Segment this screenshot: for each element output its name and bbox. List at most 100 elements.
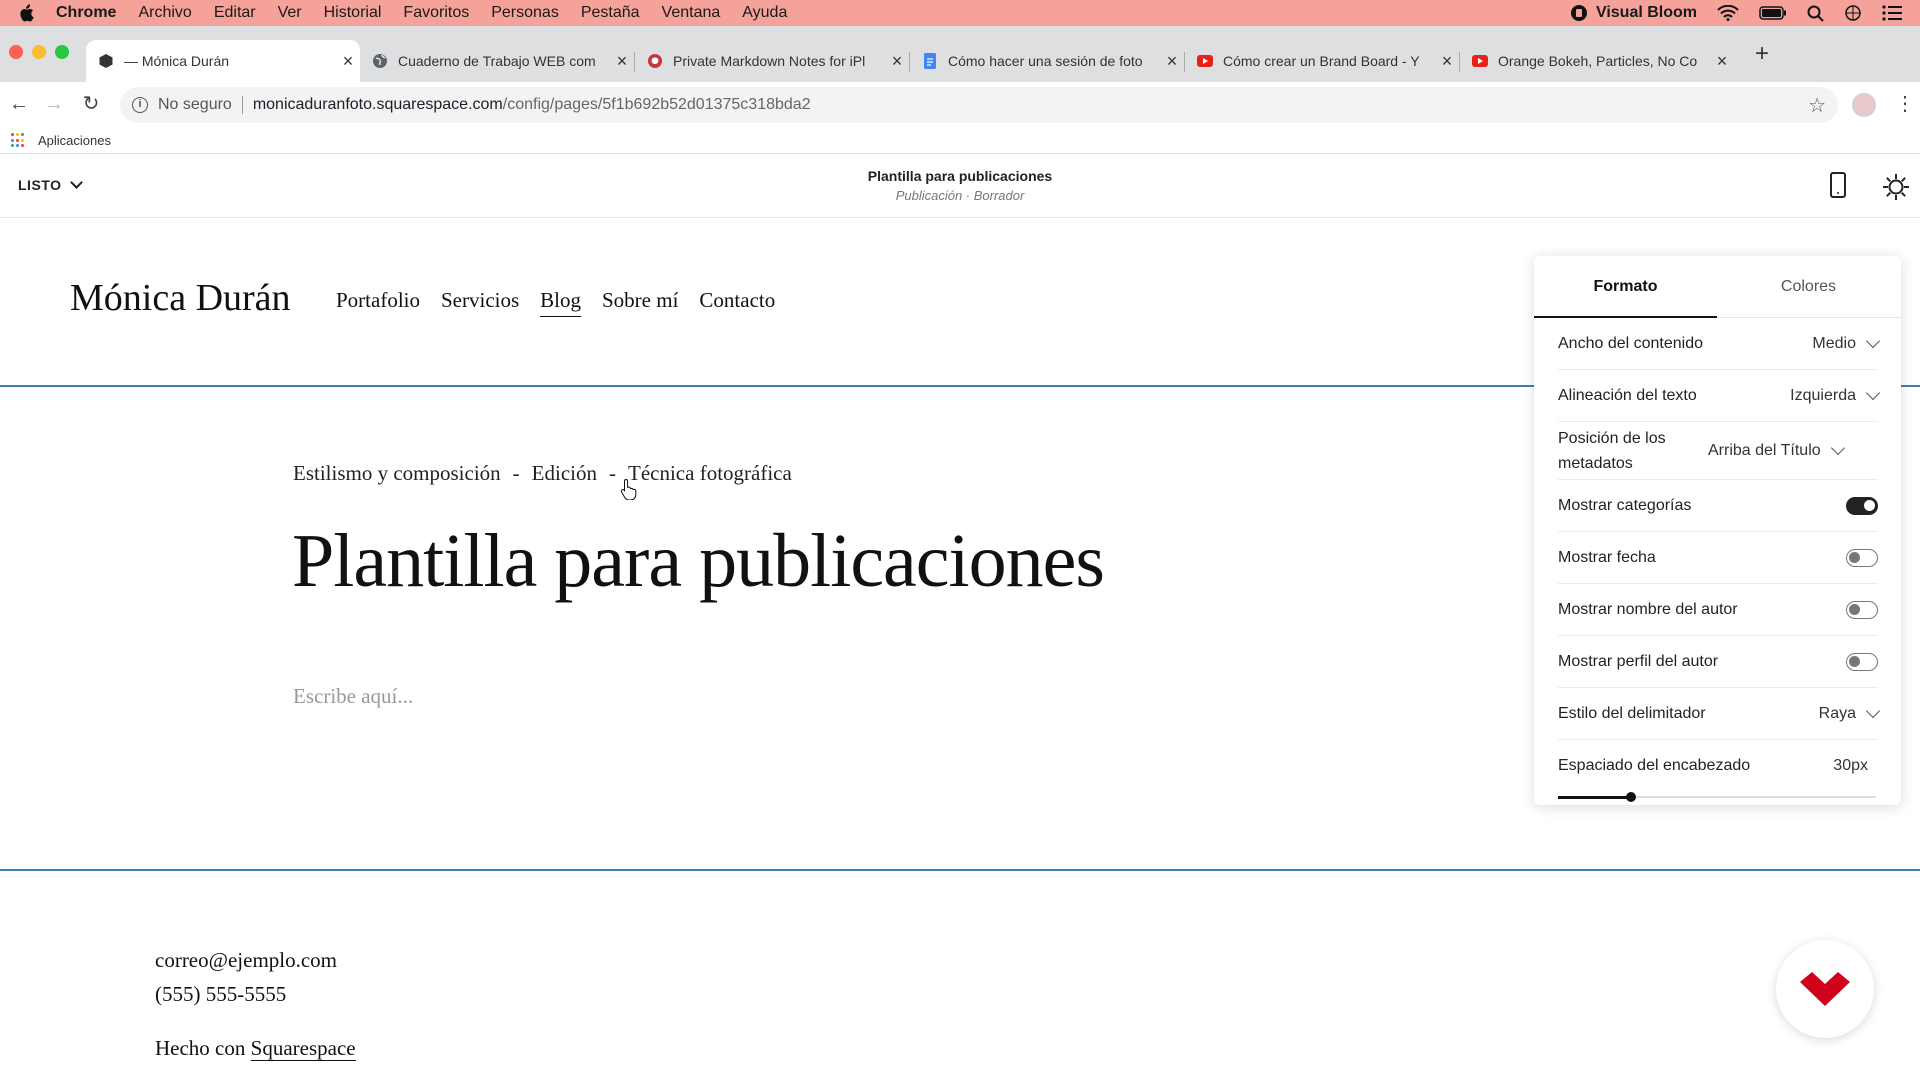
youtube-favicon-icon	[1197, 55, 1213, 67]
domestika-badge[interactable]	[1776, 940, 1874, 1038]
back-arrow-icon[interactable]: ←	[6, 91, 32, 117]
search-icon[interactable]	[1807, 5, 1824, 22]
slider-fill	[1558, 795, 1632, 799]
site-logo[interactable]: Mónica Durán	[70, 276, 291, 320]
visual-bloom-status[interactable]: Visual Bloom	[1570, 4, 1697, 22]
show-categories-toggle[interactable]	[1846, 496, 1878, 515]
menu-app-chrome[interactable]: Chrome	[56, 4, 116, 22]
menu-personas[interactable]: Personas	[491, 4, 559, 22]
category-edicion[interactable]: Edición	[532, 461, 597, 486]
tab-cuaderno[interactable]: Cuaderno de Trabajo WEB com ×	[360, 40, 634, 82]
metadata-position-select[interactable]: Arriba del Título	[1708, 440, 1845, 460]
content-width-select[interactable]: Medio	[1812, 333, 1881, 353]
apps-bookmark-label[interactable]: Aplicaciones	[38, 133, 111, 148]
show-date-toggle[interactable]	[1846, 548, 1878, 567]
show-author-profile-toggle[interactable]	[1846, 652, 1878, 671]
menu-pestana[interactable]: Pestaña	[581, 4, 640, 22]
row-label: Estilo del delimitador	[1558, 704, 1706, 722]
wifi-icon[interactable]	[1717, 5, 1739, 21]
tab-close-icon[interactable]: ×	[885, 51, 909, 72]
control-center-icon[interactable]	[1882, 5, 1902, 21]
info-icon[interactable]: i	[132, 97, 148, 113]
tab-title: Cómo hacer una sesión de foto	[948, 53, 1143, 69]
tab-title: Private Markdown Notes for iPl	[673, 53, 866, 69]
panel-tabs: Formato Colores	[1534, 256, 1901, 318]
category-estilismo[interactable]: Estilismo y composición	[293, 461, 501, 486]
show-author-name-row: Mostrar nombre del autor	[1558, 584, 1878, 636]
browser-toolbar: ← → ↻ i No seguro monicaduranfoto.square…	[0, 82, 1920, 128]
url-path: /config/pages/5f1b692b52d01375c318bda2	[502, 96, 811, 113]
show-categories-row: Mostrar categorías	[1558, 480, 1878, 532]
menu-ver[interactable]: Ver	[278, 4, 302, 22]
delimiter-style-row[interactable]: Estilo del delimitador Raya	[1558, 688, 1881, 740]
address-bar[interactable]: i No seguro monicaduranfoto.squarespace.…	[120, 87, 1838, 123]
tab-title: Cuaderno de Trabajo WEB com	[398, 53, 596, 69]
content-width-row[interactable]: Ancho del contenido Medio	[1558, 318, 1881, 370]
new-tab-button[interactable]: +	[1748, 40, 1776, 68]
text-alignment-select[interactable]: Izquierda	[1790, 385, 1881, 405]
chrome-menu-icon[interactable]: ⋮	[1895, 91, 1915, 117]
window-zoom-button[interactable]	[55, 45, 69, 59]
menu-ayuda[interactable]: Ayuda	[742, 4, 787, 22]
window-minimize-button[interactable]	[32, 45, 46, 59]
apple-logo-icon[interactable]	[18, 4, 34, 22]
footer-email[interactable]: correo@ejemplo.com	[155, 948, 337, 973]
globe-favicon-icon	[373, 54, 387, 68]
menu-historial[interactable]: Historial	[324, 4, 382, 22]
nav-servicios[interactable]: Servicios	[441, 288, 519, 317]
heading-spacing-row: Espaciado del encabezado 30px	[1558, 740, 1878, 792]
nav-contacto[interactable]: Contacto	[699, 288, 775, 317]
profile-avatar[interactable]	[1852, 93, 1876, 117]
squarespace-link[interactable]: Squarespace	[250, 1036, 356, 1061]
heading-spacing-slider[interactable]	[1558, 792, 1876, 802]
menu-archivo[interactable]: Archivo	[138, 4, 191, 22]
post-title[interactable]: Plantilla para publicaciones	[292, 518, 1105, 605]
done-button[interactable]: LISTO	[18, 176, 83, 193]
siri-icon[interactable]	[1844, 4, 1862, 22]
tab-youtube-brand-board[interactable]: Cómo crear un Brand Board - Y ×	[1185, 40, 1459, 82]
hand-cursor-icon	[620, 478, 637, 500]
bookmark-star-icon[interactable]: ☆	[1808, 93, 1826, 118]
chevron-down-icon	[69, 176, 83, 189]
tab-bear-notes[interactable]: Private Markdown Notes for iPl ×	[635, 40, 909, 82]
footer-made-with: Hecho con Squarespace	[155, 1036, 356, 1061]
mobile-preview-icon[interactable]	[1830, 172, 1846, 198]
footer-phone[interactable]: (555) 555-5555	[155, 982, 286, 1007]
tab-youtube-bokeh[interactable]: Orange Bokeh, Particles, No Co ×	[1460, 40, 1734, 82]
slider-handle[interactable]	[1626, 792, 1637, 802]
window-close-button[interactable]	[9, 45, 23, 59]
editor-top-bar: LISTO Plantilla para publicaciones Publi…	[0, 155, 1920, 218]
chevron-down-icon	[1865, 333, 1881, 348]
metadata-position-row[interactable]: Posición de los metadatos Arriba del Tít…	[1558, 422, 1878, 480]
tab-colores[interactable]: Colores	[1717, 278, 1900, 296]
menu-ventana[interactable]: Ventana	[662, 4, 721, 22]
tab-monica-duran[interactable]: — Mónica Durán ×	[86, 40, 360, 82]
tab-google-doc[interactable]: Cómo hacer una sesión de foto ×	[910, 40, 1184, 82]
tab-close-icon[interactable]: ×	[610, 51, 634, 72]
category-tecnica[interactable]: Técnica fotográfica	[628, 461, 792, 486]
select-value: Raya	[1818, 704, 1856, 722]
text-alignment-row[interactable]: Alineación del texto Izquierda	[1558, 370, 1881, 422]
tab-close-icon[interactable]: ×	[336, 51, 360, 72]
browser-tab-strip: — Mónica Durán × Cuaderno de Trabajo WEB…	[0, 26, 1920, 82]
delimiter-style-select[interactable]: Raya	[1818, 703, 1881, 723]
tab-close-icon[interactable]: ×	[1160, 51, 1184, 72]
battery-icon[interactable]	[1759, 6, 1787, 20]
tab-close-icon[interactable]: ×	[1710, 51, 1734, 72]
editor-page-status: Publicación · Borrador	[895, 188, 1025, 203]
forward-arrow-icon[interactable]: →	[41, 91, 67, 117]
tab-formato[interactable]: Formato	[1534, 278, 1717, 296]
menu-editar[interactable]: Editar	[214, 4, 256, 22]
post-body-placeholder[interactable]: Escribe aquí...	[293, 684, 413, 709]
nav-sobre-mi[interactable]: Sobre mí	[602, 288, 678, 317]
reload-icon[interactable]: ↻	[78, 91, 104, 117]
select-value: Arriba del Título	[1708, 441, 1821, 459]
tab-close-icon[interactable]: ×	[1435, 51, 1459, 72]
apps-grid-icon[interactable]	[11, 133, 26, 148]
show-author-name-toggle[interactable]	[1846, 600, 1878, 619]
nav-portafolio[interactable]: Portafolio	[336, 288, 420, 317]
post-categories: Estilismo y composición - Edición - Técn…	[293, 461, 792, 486]
nav-blog[interactable]: Blog	[540, 288, 581, 317]
gear-icon[interactable]	[1882, 173, 1910, 201]
menu-favoritos[interactable]: Favoritos	[403, 4, 469, 22]
